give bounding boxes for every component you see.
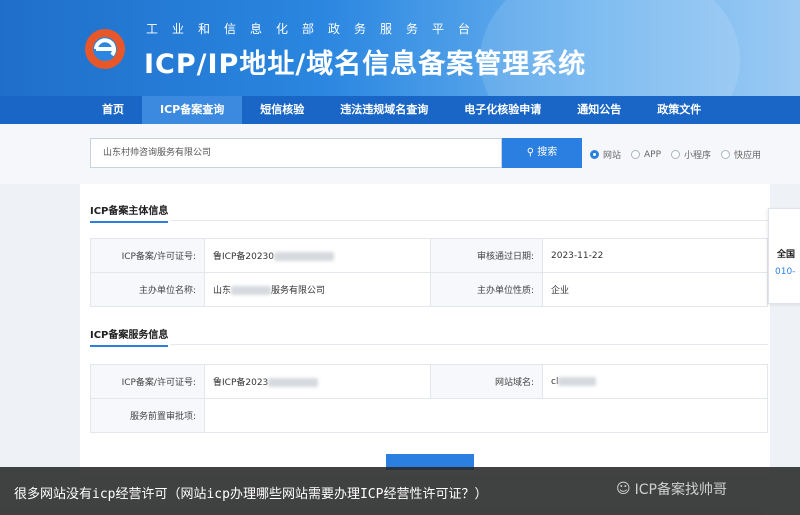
nav-item-illegal-domain[interactable]: 违法违规域名查询 <box>322 96 446 124</box>
nav-item-icp-query[interactable]: ICP备案查询 <box>142 96 243 124</box>
header-banner: 工业和信息化部政务服务平台 ICP/IP地址/域名信息备案管理系统 <box>0 0 800 96</box>
service-section-title: ICP备案服务信息 <box>90 326 169 347</box>
watermark: ☺ ICP备案找帅哥 <box>616 479 727 499</box>
wechat-icon: ☺ <box>616 481 631 497</box>
radio-website[interactable]: 网站 <box>590 148 621 161</box>
audit-date-label: 审核通过日期: <box>430 238 543 273</box>
side-contact-widget[interactable]: 全国 010- <box>768 208 800 304</box>
caption-text: 很多网站没有icp经营许可（网站icp办理哪些网站需要办理ICP经营性许可证？） <box>14 487 488 502</box>
divider <box>170 344 768 345</box>
nav-item-home[interactable]: 首页 <box>84 96 142 124</box>
table-row: ICP备案/许可证号: 鲁ICP备20230 审核通过日期: 2023-11-2… <box>90 238 768 273</box>
watermark-text: ICP备案找帅哥 <box>634 482 727 498</box>
query-type-group: 网站 APP 小程序 快应用 <box>590 148 761 161</box>
nav-item-e-verify[interactable]: 电子化核验申请 <box>446 96 559 124</box>
radio-label: APP <box>644 149 662 160</box>
org-type-label: 主办单位性质: <box>430 272 543 307</box>
radio-label: 小程序 <box>684 151 712 161</box>
search-area: 山东村帅咨询服务有限公司 ⚲ 搜索 网站 APP 小程序 快应用 <box>0 124 800 184</box>
redacted-mask <box>274 252 334 261</box>
side-widget-title: 全国 <box>777 250 796 260</box>
search-button[interactable]: ⚲ 搜索 <box>502 138 582 168</box>
subject-info-table: ICP备案/许可证号: 鲁ICP备20230 审核通过日期: 2023-11-2… <box>90 238 768 307</box>
ministry-logo-icon <box>85 29 125 69</box>
radio-dot-icon <box>590 150 599 159</box>
org-name-value: 山东 服务有限公司 <box>204 272 431 307</box>
pre-approval-label: 服务前置审批项: <box>90 398 205 433</box>
nav-item-sms-verify[interactable]: 短信核验 <box>242 96 322 124</box>
domain-label: 网站域名: <box>430 364 543 399</box>
system-title: ICP/IP地址/域名信息备案管理系统 <box>144 49 587 80</box>
radio-app[interactable]: APP <box>631 148 661 161</box>
table-row: 主办单位名称: 山东 服务有限公司 主办单位性质: 企业 <box>90 272 768 307</box>
radio-dot-icon <box>671 150 681 159</box>
redacted-mask <box>231 286 272 295</box>
pre-approval-value <box>204 398 768 433</box>
service-license-value: 鲁ICP备2023 <box>204 364 431 399</box>
org-name-label: 主办单位名称: <box>90 272 205 307</box>
subject-section-title: ICP备案主体信息 <box>90 202 169 223</box>
license-label: ICP备案/许可证号: <box>90 238 205 273</box>
redacted-mask <box>268 378 319 387</box>
main-nav: 首页 ICP备案查询 短信核验 违法违规域名查询 电子化核验申请 通知公告 政策… <box>0 96 800 124</box>
radio-quick-app[interactable]: 快应用 <box>721 148 761 161</box>
search-icon: ⚲ <box>526 147 538 158</box>
radio-dot-icon <box>721 150 731 159</box>
redacted-mask <box>558 376 597 386</box>
divider <box>170 220 768 221</box>
domain-value: cl <box>542 364 768 399</box>
radio-label: 快应用 <box>734 151 762 161</box>
service-license-label: ICP备案/许可证号: <box>90 364 205 399</box>
search-button-label: 搜索 <box>537 147 558 158</box>
search-input[interactable]: 山东村帅咨询服务有限公司 <box>90 138 502 168</box>
nav-item-policy[interactable]: 政策文件 <box>639 96 719 124</box>
radio-dot-icon <box>631 150 641 159</box>
table-row: ICP备案/许可证号: 鲁ICP备2023 网站域名: cl <box>90 364 768 399</box>
table-row: 服务前置审批项: <box>90 398 768 433</box>
ministry-name: 工业和信息化部政务服务平台 <box>146 22 485 36</box>
license-value: 鲁ICP备20230 <box>204 238 431 273</box>
side-widget-phone: 010- <box>775 267 796 277</box>
caption-overlay: 很多网站没有icp经营许可（网站icp办理哪些网站需要办理ICP经营性许可证？）… <box>0 467 800 515</box>
service-info-table: ICP备案/许可证号: 鲁ICP备2023 网站域名: cl 服务前置审批项: <box>90 364 768 433</box>
audit-date-value: 2023-11-22 <box>542 238 768 273</box>
org-type-value: 企业 <box>542 272 768 307</box>
radio-label: 网站 <box>603 151 622 161</box>
radio-mini-program[interactable]: 小程序 <box>671 148 711 161</box>
nav-item-notices[interactable]: 通知公告 <box>559 96 639 124</box>
